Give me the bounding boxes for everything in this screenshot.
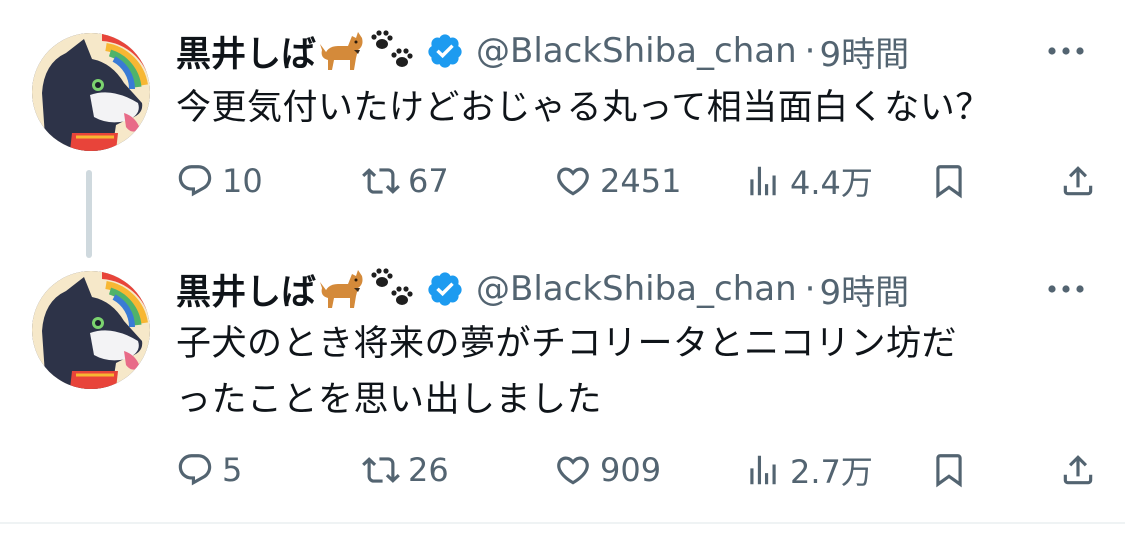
timestamp[interactable]: 9時間 xyxy=(819,27,909,76)
heart-icon xyxy=(557,167,589,196)
paw-prints-icon xyxy=(368,266,416,312)
view-count: 4.4万 xyxy=(790,164,873,202)
dog-emoji-icon xyxy=(318,28,366,74)
user-handle[interactable]: @BlackShiba_chan xyxy=(476,269,797,309)
reply-button[interactable]: 10 xyxy=(176,156,263,206)
avatar[interactable] xyxy=(32,271,150,389)
dog-emoji-icon xyxy=(318,266,366,312)
views-button[interactable]: 2.7万 xyxy=(744,445,873,495)
avatar-image xyxy=(32,33,150,151)
reply-icon xyxy=(178,454,212,486)
retweet-icon xyxy=(362,168,400,194)
more-icon[interactable] xyxy=(1043,274,1089,304)
tweet-text-line: 子犬のとき将来の夢がチコリータとニコリン坊だ xyxy=(176,324,958,364)
avatar[interactable] xyxy=(32,33,150,151)
like-button[interactable]: 909 xyxy=(554,445,661,495)
tweet-header: 黒井しば @BlackShiba_chan · 9時間 xyxy=(176,264,1095,315)
reply-icon xyxy=(178,165,212,197)
bookmark-icon xyxy=(936,454,962,488)
share-button[interactable] xyxy=(1059,156,1097,206)
timestamp[interactable]: 9時間 xyxy=(819,265,909,314)
verified-badge-icon xyxy=(426,270,464,308)
tweet-actions: 5 26 909 2.7万 xyxy=(176,445,1097,495)
tweet[interactable]: 黒井しば @BlackShiba_ xyxy=(0,250,1125,522)
share-button[interactable] xyxy=(1059,445,1097,495)
display-name[interactable]: 黒井しば xyxy=(176,264,316,315)
heart-icon xyxy=(557,456,589,485)
tweet-text-line: ったことを思い出しました xyxy=(176,380,603,420)
separator-dot: · xyxy=(804,31,816,71)
tweet-text: 子犬のとき将来の夢がチコリータとニコリン坊だ ったことを思い出しました xyxy=(176,316,1085,428)
retweet-count: 26 xyxy=(408,451,449,489)
like-button[interactable]: 2451 xyxy=(554,156,681,206)
retweet-icon xyxy=(362,457,400,483)
tweet[interactable]: 黒井しば @BlackShiba_ xyxy=(0,0,1125,258)
views-button[interactable]: 4.4万 xyxy=(744,156,873,206)
retweet-button[interactable]: 67 xyxy=(362,156,449,206)
retweet-button[interactable]: 26 xyxy=(362,445,449,495)
view-count: 2.7万 xyxy=(790,453,873,491)
thread-line xyxy=(86,170,92,258)
reply-button[interactable]: 5 xyxy=(176,445,242,495)
views-icon xyxy=(750,166,776,196)
bookmark-button[interactable] xyxy=(930,445,968,495)
reply-count: 10 xyxy=(222,162,263,200)
reply-count: 5 xyxy=(222,451,243,489)
bookmark-button[interactable] xyxy=(930,156,968,206)
bookmark-icon xyxy=(936,165,962,199)
avatar-image xyxy=(32,271,150,389)
tweet-text: 今更気付いたけどおじゃる丸って相当面白くない？ xyxy=(176,88,991,128)
tweet-header: 黒井しば @BlackShiba_chan · 9時間 xyxy=(176,26,1095,77)
tweet-actions: 10 67 2451 4.4万 xyxy=(176,156,1097,206)
verified-badge-icon xyxy=(426,32,464,70)
share-icon xyxy=(1063,166,1093,196)
paw-prints-icon xyxy=(368,28,416,74)
divider xyxy=(0,522,1125,524)
share-icon xyxy=(1063,455,1093,485)
user-handle[interactable]: @BlackShiba_chan xyxy=(476,31,797,71)
like-count: 2451 xyxy=(600,162,682,200)
more-icon[interactable] xyxy=(1043,36,1089,66)
like-count: 909 xyxy=(600,451,662,489)
views-icon xyxy=(750,455,776,485)
separator-dot: · xyxy=(804,269,816,309)
retweet-count: 67 xyxy=(408,162,449,200)
display-name[interactable]: 黒井しば xyxy=(176,26,316,77)
